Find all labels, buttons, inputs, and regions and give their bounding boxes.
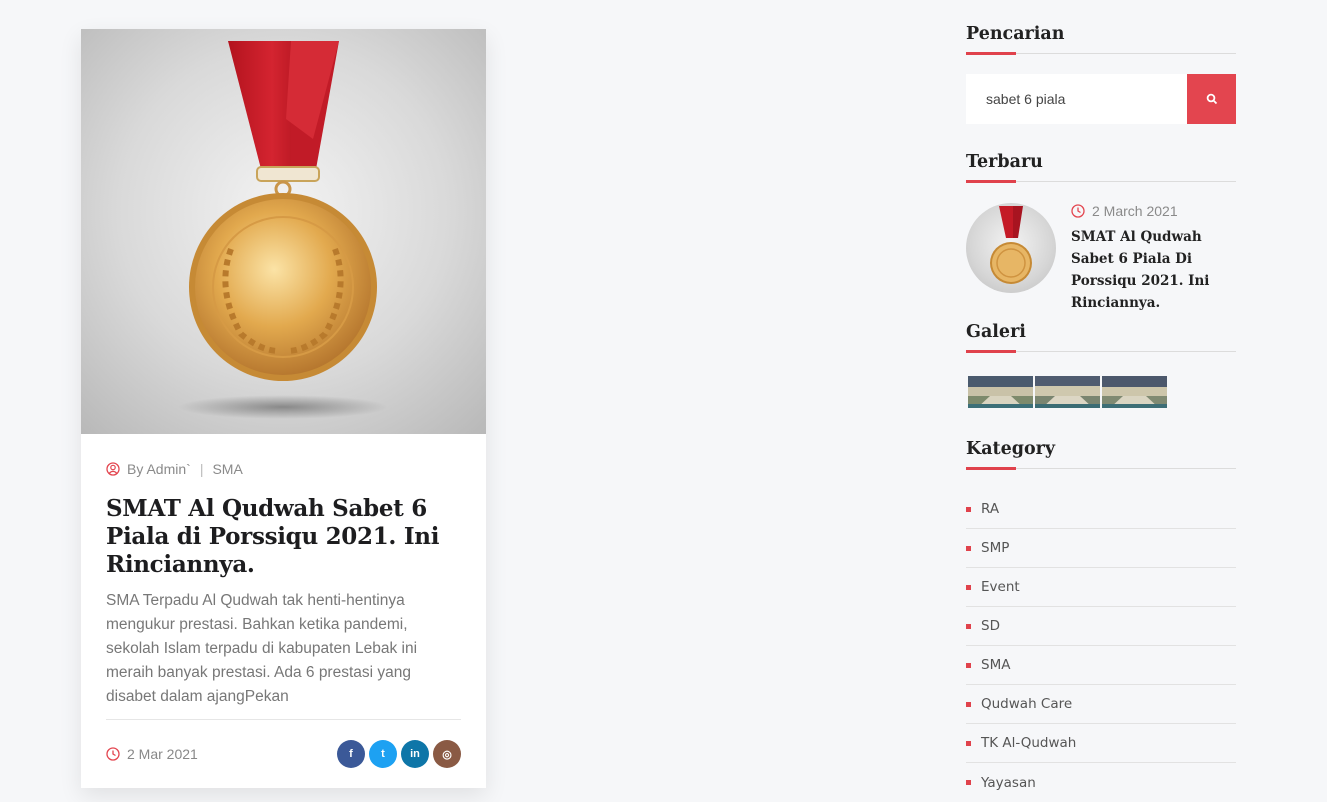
category-item[interactable]: SD xyxy=(966,607,1236,646)
gallery-image[interactable] xyxy=(968,376,1033,408)
bullet-icon xyxy=(966,623,971,629)
recent-widget-title: Terbaru xyxy=(966,152,1236,183)
post-card: By Admin` | SMA SMAT Al Qudwah Sabet 6 P… xyxy=(81,29,486,788)
social-share: f t in ◎ xyxy=(337,740,461,768)
user-icon xyxy=(106,462,120,476)
recent-post-thumbnail[interactable] xyxy=(966,203,1056,293)
bullet-icon xyxy=(966,662,971,668)
recent-widget: Terbaru 2 March 2021 SMAT Al Qudwah Sabe… xyxy=(966,152,1236,314)
category-list: RA SMP Event SD SMA Qudwah Care TK Al-Qu… xyxy=(966,490,1236,802)
gallery-image[interactable] xyxy=(1102,376,1167,408)
gallery-widget: Galeri xyxy=(966,322,1236,408)
search-widget: Pencarian xyxy=(966,24,1236,124)
clock-icon xyxy=(106,747,120,761)
search-icon xyxy=(1206,93,1218,105)
category-label[interactable]: TK Al-Qudwah xyxy=(981,735,1076,751)
instagram-icon[interactable]: ◎ xyxy=(433,740,461,768)
category-label[interactable]: SD xyxy=(981,618,1000,634)
recent-post-date-text: 2 March 2021 xyxy=(1092,203,1178,219)
gallery-widget-title: Galeri xyxy=(966,322,1236,353)
twitter-icon[interactable]: t xyxy=(369,740,397,768)
bullet-icon xyxy=(966,740,971,746)
post-footer: 2 Mar 2021 f t in ◎ xyxy=(106,719,461,788)
category-widget-title: Kategory xyxy=(966,439,1236,470)
post-meta: By Admin` | SMA xyxy=(106,461,461,477)
search-form xyxy=(966,74,1236,124)
meta-separator: | xyxy=(199,461,204,477)
gallery-image[interactable] xyxy=(1035,376,1100,408)
search-widget-title: Pencarian xyxy=(966,24,1236,55)
bullet-icon xyxy=(966,701,971,707)
category-item[interactable]: RA xyxy=(966,490,1236,529)
facebook-icon[interactable]: f xyxy=(337,740,365,768)
post-image[interactable] xyxy=(81,29,486,434)
category-label[interactable]: Yayasan xyxy=(981,775,1036,791)
recent-post: 2 March 2021 SMAT Al Qudwah Sabet 6 Pial… xyxy=(966,203,1236,314)
category-item[interactable]: Event xyxy=(966,568,1236,607)
bullet-icon xyxy=(966,545,971,551)
category-label[interactable]: SMA xyxy=(981,657,1010,673)
post-category[interactable]: SMA xyxy=(212,461,242,477)
category-widget: Kategory RA SMP Event SD SMA Qudwah Care… xyxy=(966,439,1236,802)
bullet-icon xyxy=(966,780,971,785)
gallery-grid xyxy=(968,376,1236,408)
post-excerpt: SMA Terpadu Al Qudwah tak henti-hentinya… xyxy=(106,592,418,705)
post-title[interactable]: SMAT Al Qudwah Sabet 6 Piala di Porssiqu… xyxy=(106,495,461,579)
category-item[interactable]: Yayasan xyxy=(966,763,1236,802)
linkedin-icon[interactable]: in xyxy=(401,740,429,768)
clock-icon xyxy=(1071,204,1085,218)
bullet-icon xyxy=(966,584,971,590)
recent-post-title[interactable]: SMAT Al Qudwah Sabet 6 Piala Di Porssiqu… xyxy=(1071,226,1236,314)
category-label[interactable]: SMP xyxy=(981,540,1009,556)
category-label[interactable]: RA xyxy=(981,501,999,517)
category-item[interactable]: Qudwah Care xyxy=(966,685,1236,724)
recent-post-date: 2 March 2021 xyxy=(1071,203,1236,219)
post-date-text: 2 Mar 2021 xyxy=(127,746,198,762)
category-item[interactable]: SMP xyxy=(966,529,1236,568)
search-button[interactable] xyxy=(1187,74,1236,124)
post-author[interactable]: By Admin` xyxy=(127,461,191,477)
category-item[interactable]: TK Al-Qudwah xyxy=(966,724,1236,763)
category-item[interactable]: SMA xyxy=(966,646,1236,685)
post-date: 2 Mar 2021 xyxy=(106,746,198,762)
bullet-icon xyxy=(966,506,971,512)
search-input[interactable] xyxy=(966,74,1187,124)
category-label[interactable]: Qudwah Care xyxy=(981,696,1072,712)
category-label[interactable]: Event xyxy=(981,579,1020,595)
